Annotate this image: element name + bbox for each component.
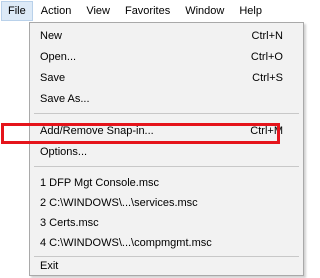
menu-item-new[interactable]: New Ctrl+N	[30, 27, 303, 46]
menu-item-label: Save	[40, 72, 66, 84]
menu-item-label: 3 Certs.msc	[40, 217, 99, 229]
menu-item-open[interactable]: Open... Ctrl+O	[30, 48, 303, 67]
menu-separator	[34, 166, 299, 167]
menu-item-shortcut: Ctrl+O	[250, 51, 283, 63]
menu-item-label: 2 C:\WINDOWS\...\services.msc	[40, 197, 198, 209]
menu-item-recent-3[interactable]: 3 Certs.msc	[30, 214, 303, 233]
menu-item-save[interactable]: Save Ctrl+S	[30, 69, 303, 88]
menu-item-label: New	[40, 30, 63, 42]
menu-item-save-as[interactable]: Save As...	[30, 90, 303, 109]
menu-separator	[34, 113, 299, 114]
menu-favorites[interactable]: Favorites	[118, 1, 177, 21]
menu-item-label: Options...	[40, 146, 88, 158]
menu-item-label: Exit	[40, 260, 59, 272]
menu-item-label: 1 DFP Mgt Console.msc	[40, 177, 160, 189]
menu-item-exit[interactable]: Exit	[30, 257, 303, 276]
menu-window[interactable]: Window	[178, 1, 231, 21]
menu-item-shortcut: Ctrl+M	[250, 125, 283, 137]
menu-item-label: Open...	[40, 51, 77, 63]
menu-item-recent-4[interactable]: 4 C:\WINDOWS\...\compmgmt.msc	[30, 234, 303, 253]
menu-item-recent-2[interactable]: 2 C:\WINDOWS\...\services.msc	[30, 194, 303, 213]
menu-file[interactable]: File	[1, 1, 33, 21]
file-menu-dropdown: New Ctrl+N Open... Ctrl+O Save Ctrl+S Sa…	[29, 22, 304, 276]
menu-item-label: 4 C:\WINDOWS\...\compmgmt.msc	[40, 237, 212, 249]
menu-item-add-remove-snap-in[interactable]: Add/Remove Snap-in... Ctrl+M	[30, 122, 303, 141]
menu-view[interactable]: View	[79, 1, 117, 21]
menu-item-shortcut: Ctrl+N	[251, 30, 283, 42]
menu-item-shortcut: Ctrl+S	[252, 72, 283, 84]
menu-help[interactable]: Help	[232, 1, 269, 21]
menu-item-options[interactable]: Options...	[30, 143, 303, 162]
menu-action[interactable]: Action	[34, 1, 79, 21]
menu-bar: File Action View Favorites Window Help	[0, 0, 313, 22]
menu-item-label: Add/Remove Snap-in...	[40, 125, 154, 137]
menu-item-label: Save As...	[40, 93, 90, 105]
menu-item-recent-1[interactable]: 1 DFP Mgt Console.msc	[30, 174, 303, 193]
